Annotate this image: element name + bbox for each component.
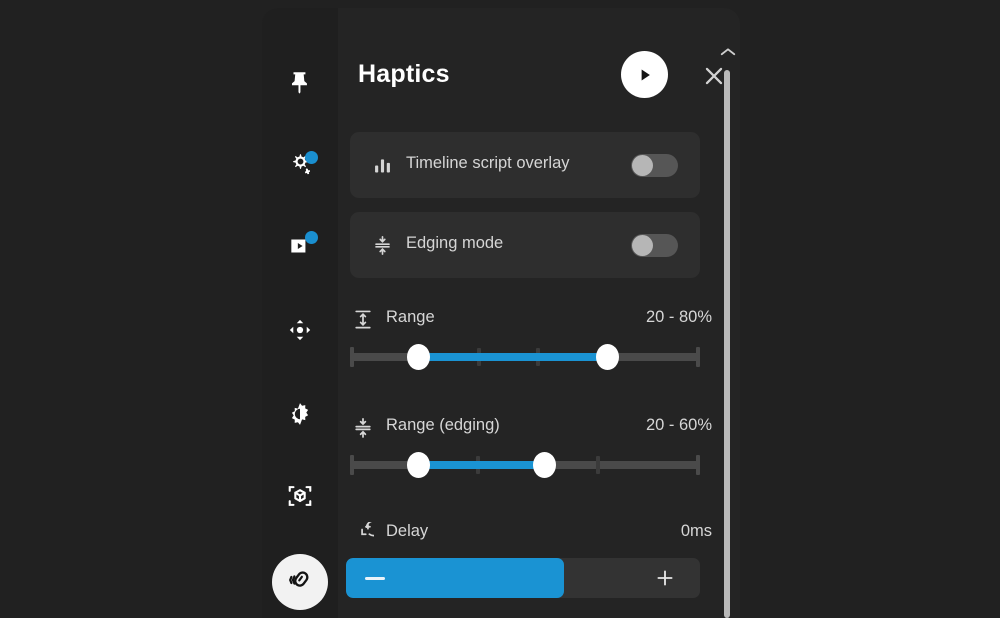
setting-value: 20 - 80% xyxy=(645,308,712,326)
slider-handle-min[interactable] xyxy=(407,344,430,370)
toggle-knob xyxy=(632,155,653,176)
sidebar-item-pin[interactable] xyxy=(272,56,328,112)
plus-icon xyxy=(657,570,673,586)
setting-label: Timeline script overlay xyxy=(406,154,570,172)
sidebar-item-haptics[interactable] xyxy=(272,554,328,610)
expand-vertical-icon xyxy=(350,306,376,332)
slider-end-cap xyxy=(696,455,700,475)
vertical-scrollbar[interactable] xyxy=(724,70,730,618)
setting-value: 0ms xyxy=(680,522,712,540)
notification-badge xyxy=(305,151,318,164)
bar-chart-icon xyxy=(370,153,394,177)
range-edging-slider[interactable] xyxy=(350,452,700,478)
pin-icon xyxy=(287,69,313,100)
compress-vertical-icon xyxy=(370,233,394,257)
sidebar-item-model[interactable] xyxy=(272,470,328,526)
slider-fill xyxy=(412,461,539,469)
slider-handle-max[interactable] xyxy=(596,344,619,370)
toggle-timeline-script-overlay[interactable] xyxy=(631,154,678,177)
icon-rail xyxy=(262,8,338,618)
move-arrows-icon xyxy=(287,317,313,348)
sidebar-item-settings[interactable] xyxy=(272,140,328,196)
panel-header: Haptics xyxy=(338,8,740,124)
vibration-icon xyxy=(286,566,314,599)
slider-tick xyxy=(596,456,600,474)
notification-badge xyxy=(305,231,318,244)
sidebar-item-move[interactable] xyxy=(272,304,328,360)
play-icon xyxy=(641,68,650,81)
setting-row-edging-mode[interactable]: Edging mode xyxy=(350,212,700,278)
delay-decrement-button[interactable] xyxy=(346,558,564,598)
page-title: Haptics xyxy=(358,60,450,88)
timer-plus-icon xyxy=(350,520,376,546)
setting-label: Delay xyxy=(386,522,429,540)
compress-vertical-icon xyxy=(350,414,376,440)
haptics-panel: Haptics Timeline script overlay Edging m… xyxy=(262,8,740,618)
collapse-button[interactable] xyxy=(718,44,738,60)
slider-end-cap xyxy=(350,347,354,367)
minus-icon xyxy=(365,577,385,580)
sidebar-item-media[interactable] xyxy=(272,220,328,276)
slider-handle-min[interactable] xyxy=(407,452,430,478)
range-slider[interactable] xyxy=(350,344,700,370)
delay-increment-button[interactable] xyxy=(630,558,700,598)
app-root: Haptics Timeline script overlay Edging m… xyxy=(0,0,1000,618)
slider-fill xyxy=(412,353,602,361)
toggle-knob xyxy=(632,235,653,256)
setting-label: Range (edging) xyxy=(386,416,500,434)
sidebar-item-theme[interactable] xyxy=(272,388,328,444)
slider-handle-max[interactable] xyxy=(533,452,556,478)
setting-row-timeline-script-overlay[interactable]: Timeline script overlay xyxy=(350,132,700,198)
setting-label: Edging mode xyxy=(406,234,504,252)
cube-scan-icon xyxy=(286,482,314,515)
delay-stepper[interactable] xyxy=(346,558,700,598)
brightness-moon-icon xyxy=(287,401,313,432)
slider-end-cap xyxy=(696,347,700,367)
setting-value: 20 - 60% xyxy=(645,416,712,434)
slider-end-cap xyxy=(350,455,354,475)
toggle-edging-mode[interactable] xyxy=(631,234,678,257)
play-button[interactable] xyxy=(621,51,668,98)
chevron-up-icon xyxy=(720,48,736,56)
setting-label: Range xyxy=(386,308,435,326)
settings-list: Timeline script overlay Edging mode Rang… xyxy=(338,124,740,618)
scroll-column xyxy=(717,8,740,618)
